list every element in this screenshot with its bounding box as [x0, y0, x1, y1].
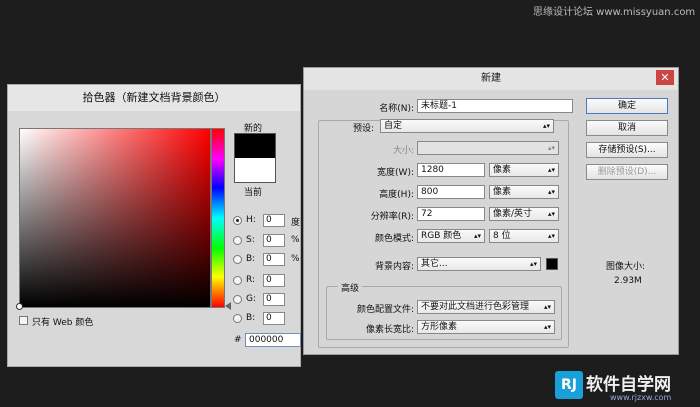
radio-brightness[interactable]: [233, 255, 242, 264]
current-color-label: 当前: [244, 188, 263, 198]
color-swatch: [234, 133, 276, 183]
chevron-updown-icon: ▴▾: [547, 232, 555, 240]
width-input[interactable]: 1280: [417, 163, 485, 177]
size-label: 大小:: [392, 146, 414, 156]
new-document-dialog: 新建 ✕ 名称(N): 未标题-1 预设: 自定 ▴▾ 大小: ▴▾ 宽度(W):…: [303, 67, 679, 355]
field-label-blue: B:: [246, 313, 256, 323]
resolution-unit-select[interactable]: 像素/英寸 ▴▾: [489, 207, 559, 221]
name-input[interactable]: 未标题-1: [417, 99, 573, 113]
color-field-marker[interactable]: [16, 303, 23, 310]
cancel-button[interactable]: 取消: [586, 120, 668, 136]
red-input[interactable]: 0: [263, 274, 285, 287]
green-input[interactable]: 0: [263, 293, 285, 306]
color-mode-select[interactable]: RGB 颜色 ▴▾: [417, 229, 485, 243]
chevron-updown-icon: ▴▾: [547, 188, 555, 196]
height-input[interactable]: 800: [417, 185, 485, 199]
hex-prefix: #: [234, 335, 242, 345]
color-mode-label: 颜色模式:: [374, 234, 414, 244]
image-size-value: 2.93M: [614, 276, 642, 286]
color-profile-select[interactable]: 不要对此文档进行色彩管理 ▴▾: [417, 300, 555, 314]
field-label-g: G:: [246, 294, 257, 304]
bit-depth-select[interactable]: 8 位 ▴▾: [489, 229, 559, 243]
color-picker-title: 拾色器（新建文档背景颜色）: [8, 85, 300, 111]
preset-select-value: 自定: [384, 121, 403, 131]
pixel-aspect-value: 方形像素: [421, 322, 458, 332]
brightness-input[interactable]: 0: [263, 253, 285, 266]
name-label: 名称(N):: [379, 104, 414, 114]
unit-percent-b: %: [291, 254, 300, 264]
pixel-aspect-label: 像素长宽比:: [365, 325, 414, 335]
radio-blue[interactable]: [233, 314, 242, 323]
chevron-updown-icon: ▴▾: [529, 260, 537, 268]
unit-percent-s: %: [291, 235, 300, 245]
radio-saturation[interactable]: [233, 236, 242, 245]
chevron-updown-icon: ▴▾: [547, 144, 555, 152]
hue-slider-arrow-icon[interactable]: [225, 302, 231, 310]
web-colors-label: 只有 Web 颜色: [32, 318, 94, 328]
color-mode-value: RGB 颜色: [421, 231, 462, 241]
current-color-swatch[interactable]: [235, 158, 275, 182]
color-picker-dialog: 拾色器（新建文档背景颜色） 新的 当前 H: 0 度 S: 0 % B: 0 %…: [7, 84, 301, 367]
size-select: ▴▾: [417, 141, 559, 155]
resolution-input[interactable]: 72: [417, 207, 485, 221]
hue-slider[interactable]: [211, 128, 225, 308]
chevron-updown-icon: ▴▾: [543, 323, 551, 331]
delete-preset-button: 删除预设(D)...: [586, 164, 668, 180]
image-size-label: 图像大小:: [606, 262, 646, 272]
pixel-aspect-select[interactable]: 方形像素 ▴▾: [417, 320, 555, 334]
field-label-s: S:: [246, 235, 255, 245]
background-color-swatch[interactable]: [546, 258, 558, 270]
width-unit-select[interactable]: 像素 ▴▾: [489, 163, 559, 177]
watermark-logo-text: 软件自学网: [586, 375, 671, 395]
color-profile-value: 不要对此文档进行色彩管理: [421, 302, 530, 312]
ok-button[interactable]: 确定: [586, 98, 668, 114]
hex-input[interactable]: 000000: [245, 333, 301, 347]
watermark-logo-mark: RJ: [555, 371, 583, 399]
web-colors-checkbox[interactable]: [19, 316, 28, 325]
field-label-r: R:: [246, 275, 256, 285]
field-label-h: H:: [246, 215, 256, 225]
color-profile-label: 颜色配置文件:: [356, 305, 414, 315]
chevron-updown-icon: ▴▾: [473, 232, 481, 240]
bit-depth-value: 8 位: [493, 231, 511, 241]
close-button[interactable]: ✕: [656, 70, 674, 85]
watermark-top: 思缘设计论坛 www.missyuan.com: [533, 7, 696, 18]
chevron-updown-icon: ▴▾: [547, 166, 555, 174]
unit-degree: 度: [291, 218, 301, 228]
resolution-label: 分辨率(R):: [370, 212, 414, 222]
preset-label: 预设:: [352, 124, 374, 134]
color-field[interactable]: [19, 128, 211, 308]
width-label: 宽度(W):: [377, 168, 414, 178]
chevron-updown-icon: ▴▾: [542, 122, 550, 130]
hue-input[interactable]: 0: [263, 214, 285, 227]
new-color-swatch[interactable]: [235, 134, 275, 158]
advanced-label: 高级: [338, 281, 363, 294]
radio-red[interactable]: [233, 276, 242, 285]
chevron-updown-icon: ▴▾: [543, 303, 551, 311]
background-value: 其它...: [421, 259, 448, 269]
preset-select[interactable]: 自定 ▴▾: [380, 119, 554, 133]
height-unit-select[interactable]: 像素 ▴▾: [489, 185, 559, 199]
watermark-url: www.rjzxw.com: [610, 393, 672, 402]
new-dialog-title: 新建: [304, 68, 678, 90]
background-select[interactable]: 其它... ▴▾: [417, 257, 541, 271]
background-label: 背景内容:: [374, 262, 414, 272]
height-unit-value: 像素: [493, 187, 512, 197]
blue-input[interactable]: 0: [263, 312, 285, 325]
radio-green[interactable]: [233, 295, 242, 304]
radio-hue[interactable]: [233, 216, 242, 225]
saturation-input[interactable]: 0: [263, 234, 285, 247]
field-label-b: B:: [246, 254, 256, 264]
resolution-unit-value: 像素/英寸: [493, 209, 533, 219]
width-unit-value: 像素: [493, 165, 512, 175]
chevron-updown-icon: ▴▾: [547, 210, 555, 218]
height-label: 高度(H):: [379, 190, 414, 200]
save-preset-button[interactable]: 存储预设(S)...: [586, 142, 668, 158]
